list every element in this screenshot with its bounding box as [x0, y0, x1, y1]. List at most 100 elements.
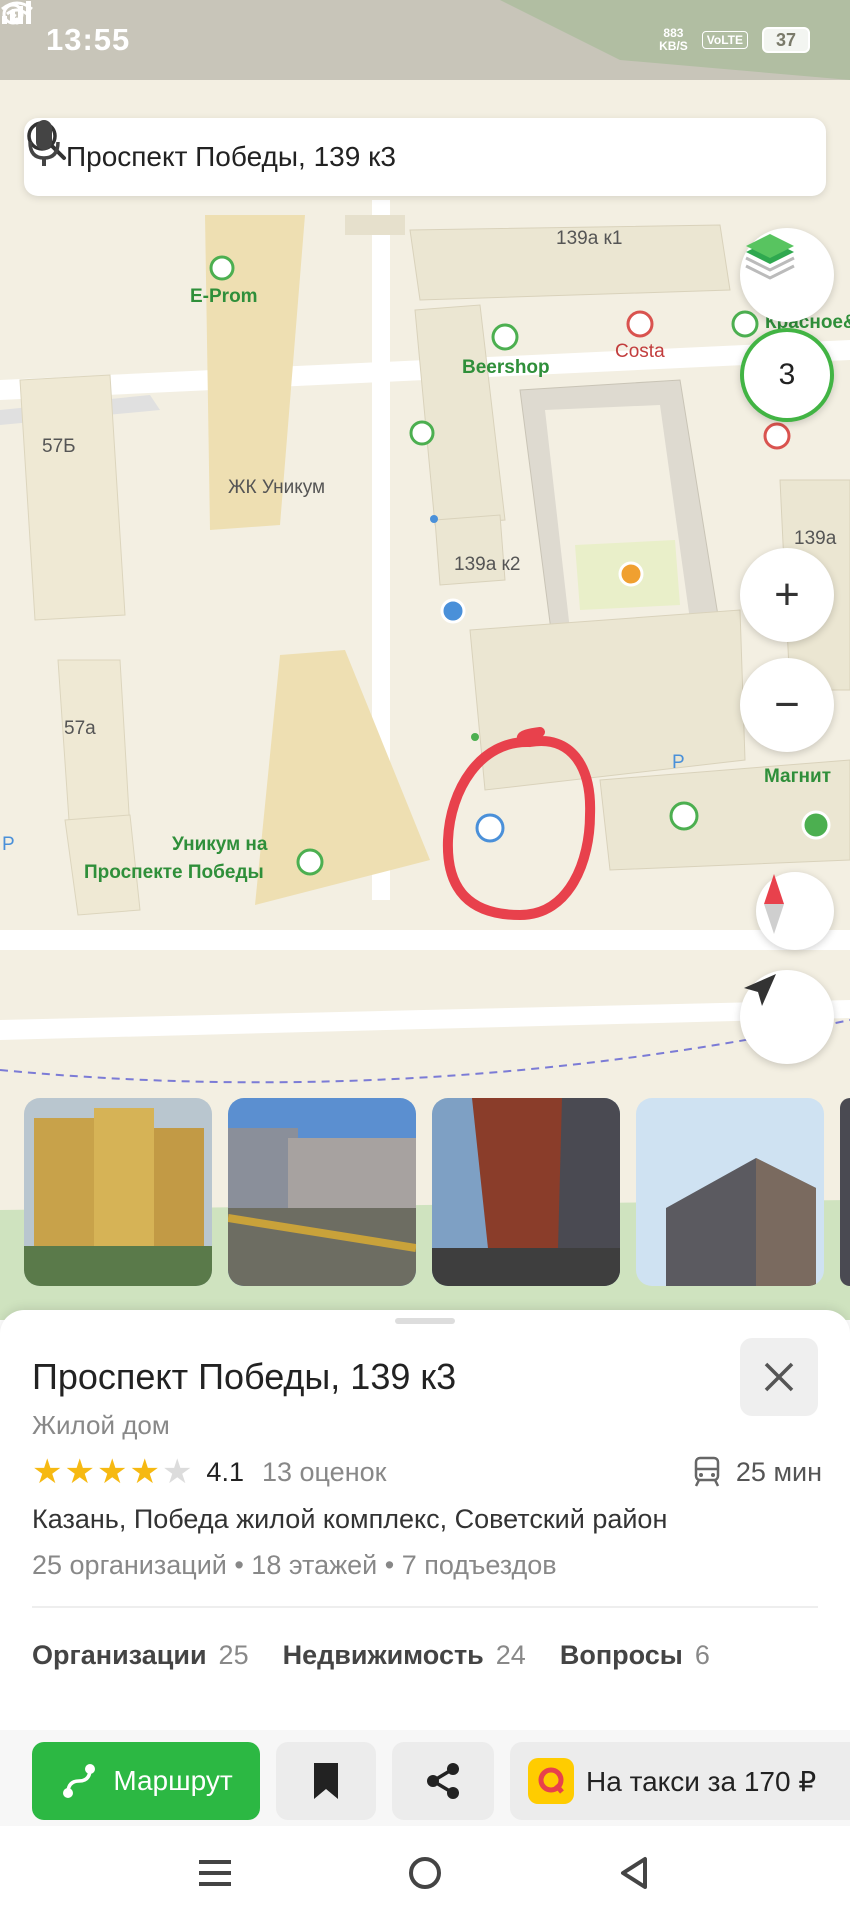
star-icon: ★ — [129, 1453, 160, 1491]
sheet-drag-handle[interactable] — [395, 1318, 455, 1324]
taxi-button-label: На такси за 170 ₽ — [586, 1765, 817, 1797]
pharmacy-icon — [801, 810, 831, 840]
plus-icon: + — [774, 570, 800, 619]
taxi-button[interactable]: На такси за 170 ₽ — [510, 1742, 850, 1820]
travel-time[interactable]: 25 мин — [690, 1455, 822, 1489]
home-goods-icon — [763, 422, 791, 450]
shop-icon-2 — [731, 310, 759, 338]
tab-count: 24 — [495, 1640, 526, 1670]
traffic-level-value: 3 — [778, 358, 796, 391]
poi-label-unikum-2[interactable]: Проспекте Победы — [84, 862, 264, 884]
place-tabs: Организации 25 Недвижимость 24 Вопросы 6 — [32, 1640, 710, 1671]
tab-real-estate[interactable]: Недвижимость 24 — [283, 1640, 526, 1671]
traffic-level-button[interactable]: 3 — [740, 328, 834, 422]
navigation-arrow-icon — [744, 974, 776, 1006]
service-icon — [475, 813, 505, 843]
compass-icon — [764, 874, 784, 934]
poi-label-eprom[interactable]: E-Prom — [190, 286, 258, 308]
action-bar: Маршрут На такси за 170 ₽ — [0, 1730, 850, 1826]
divider — [32, 1606, 818, 1608]
building-label: 57а — [64, 718, 96, 739]
place-photo[interactable] — [432, 1098, 620, 1286]
star-icon: ★ — [32, 1453, 63, 1491]
back-icon[interactable] — [615, 1853, 655, 1893]
place-type: Жилой дом — [32, 1410, 170, 1440]
system-nav-bar — [0, 1826, 850, 1920]
poi-label-magnit[interactable]: Магнит — [764, 766, 831, 788]
complex-label: ЖК Уникум — [228, 477, 326, 498]
network-speed: 883 KB/S — [659, 27, 688, 53]
place-facts: 25 организаций • 18 этажей • 7 подъездов — [32, 1550, 557, 1580]
close-button[interactable] — [740, 1338, 818, 1416]
menu-icon[interactable] — [195, 1856, 235, 1890]
volte-badge: VoLTE — [701, 31, 748, 49]
rating-count[interactable]: 13 оценок — [262, 1457, 386, 1488]
tab-label: Организации — [32, 1640, 207, 1670]
tab-organizations[interactable]: Организации 25 — [32, 1640, 249, 1671]
building-photo — [24, 1098, 212, 1286]
travel-time-value: 25 мин — [735, 1456, 822, 1487]
building-label: 139а к2 — [454, 554, 521, 575]
charging-station-icon — [209, 255, 235, 281]
search-bar[interactable] — [24, 118, 826, 196]
info-point-icon — [440, 598, 466, 624]
map-view[interactable]: E-Prom 57Б ЖК Уникум Beershop Costa Крас… — [0, 0, 850, 1320]
building-label: 139а к1 — [556, 228, 623, 249]
rating-value: 4.1 — [206, 1456, 244, 1487]
place-photo[interactable] — [228, 1098, 416, 1286]
minus-icon: − — [774, 680, 800, 729]
paint-store-icon — [409, 420, 435, 446]
taxi-logo-icon — [528, 1758, 574, 1804]
star-icon: ★ — [64, 1453, 95, 1491]
tab-questions[interactable]: Вопросы 6 — [560, 1640, 710, 1671]
cafe-icon — [626, 310, 654, 338]
rating-stars: ★ ★ ★ ★ ★ — [32, 1455, 192, 1489]
rating-row[interactable]: ★ ★ ★ ★ ★ 4.1 13 оценок 25 мин — [32, 1452, 822, 1492]
poi-label-costa[interactable]: Costa — [615, 341, 665, 363]
building-photo — [432, 1098, 620, 1286]
bookmark-icon — [314, 1763, 338, 1799]
place-photo[interactable] — [840, 1098, 850, 1286]
microphone-icon[interactable] — [24, 118, 64, 170]
paint-store-icon-2 — [669, 801, 699, 831]
tab-count: 25 — [218, 1640, 249, 1670]
building-photo — [228, 1098, 416, 1286]
status-time: 13:55 — [46, 22, 131, 57]
search-input[interactable] — [66, 141, 804, 173]
photo-strip[interactable] — [24, 1098, 850, 1286]
compass-button[interactable] — [756, 872, 834, 950]
route-button-label: Маршрут — [113, 1765, 233, 1796]
place-title: Проспект Победы, 139 к3 — [32, 1356, 457, 1397]
shop-icon — [491, 323, 519, 351]
status-icons: 883 KB/S VoLTE 37 — [1, 1, 810, 53]
share-button[interactable] — [392, 1742, 494, 1820]
poi-label-beershop[interactable]: Beershop — [462, 357, 550, 379]
route-button[interactable]: Маршрут — [32, 1742, 260, 1820]
transit-dot-2 — [471, 733, 479, 741]
home-icon[interactable] — [405, 1853, 445, 1893]
place-card[interactable]: Проспект Победы, 139 к3 Жилой дом ★ ★ ★ ★ ★ … — [0, 1310, 850, 1920]
sport-icon — [618, 561, 644, 587]
map-layers-button[interactable] — [740, 228, 834, 322]
zoom-out-button[interactable]: − — [740, 658, 834, 752]
status-bar: 13:55 883 KB/S VoLTE 37 — [0, 0, 850, 80]
place-photo[interactable] — [636, 1098, 824, 1286]
building-label: 139а — [794, 528, 837, 549]
star-icon: ★ — [161, 1453, 193, 1491]
transit-icon — [694, 1456, 720, 1487]
tab-label: Вопросы — [559, 1640, 683, 1670]
building-photo — [636, 1098, 824, 1286]
bookmark-button[interactable] — [276, 1742, 376, 1820]
my-location-button[interactable] — [740, 970, 834, 1064]
battery-indicator: 37 — [762, 27, 810, 53]
parking-label: P — [672, 752, 685, 773]
poi-label-unikum[interactable]: Уникум на — [172, 834, 267, 856]
transit-dot — [430, 515, 438, 523]
route-icon — [63, 1764, 96, 1798]
zoom-in-button[interactable]: + — [740, 548, 834, 642]
place-address: Казань, Победа жилой комплекс, Советский… — [32, 1504, 668, 1534]
star-icon: ★ — [96, 1453, 128, 1491]
place-photo[interactable] — [24, 1098, 212, 1286]
building-icon — [296, 848, 324, 876]
layers-icon — [745, 234, 795, 280]
